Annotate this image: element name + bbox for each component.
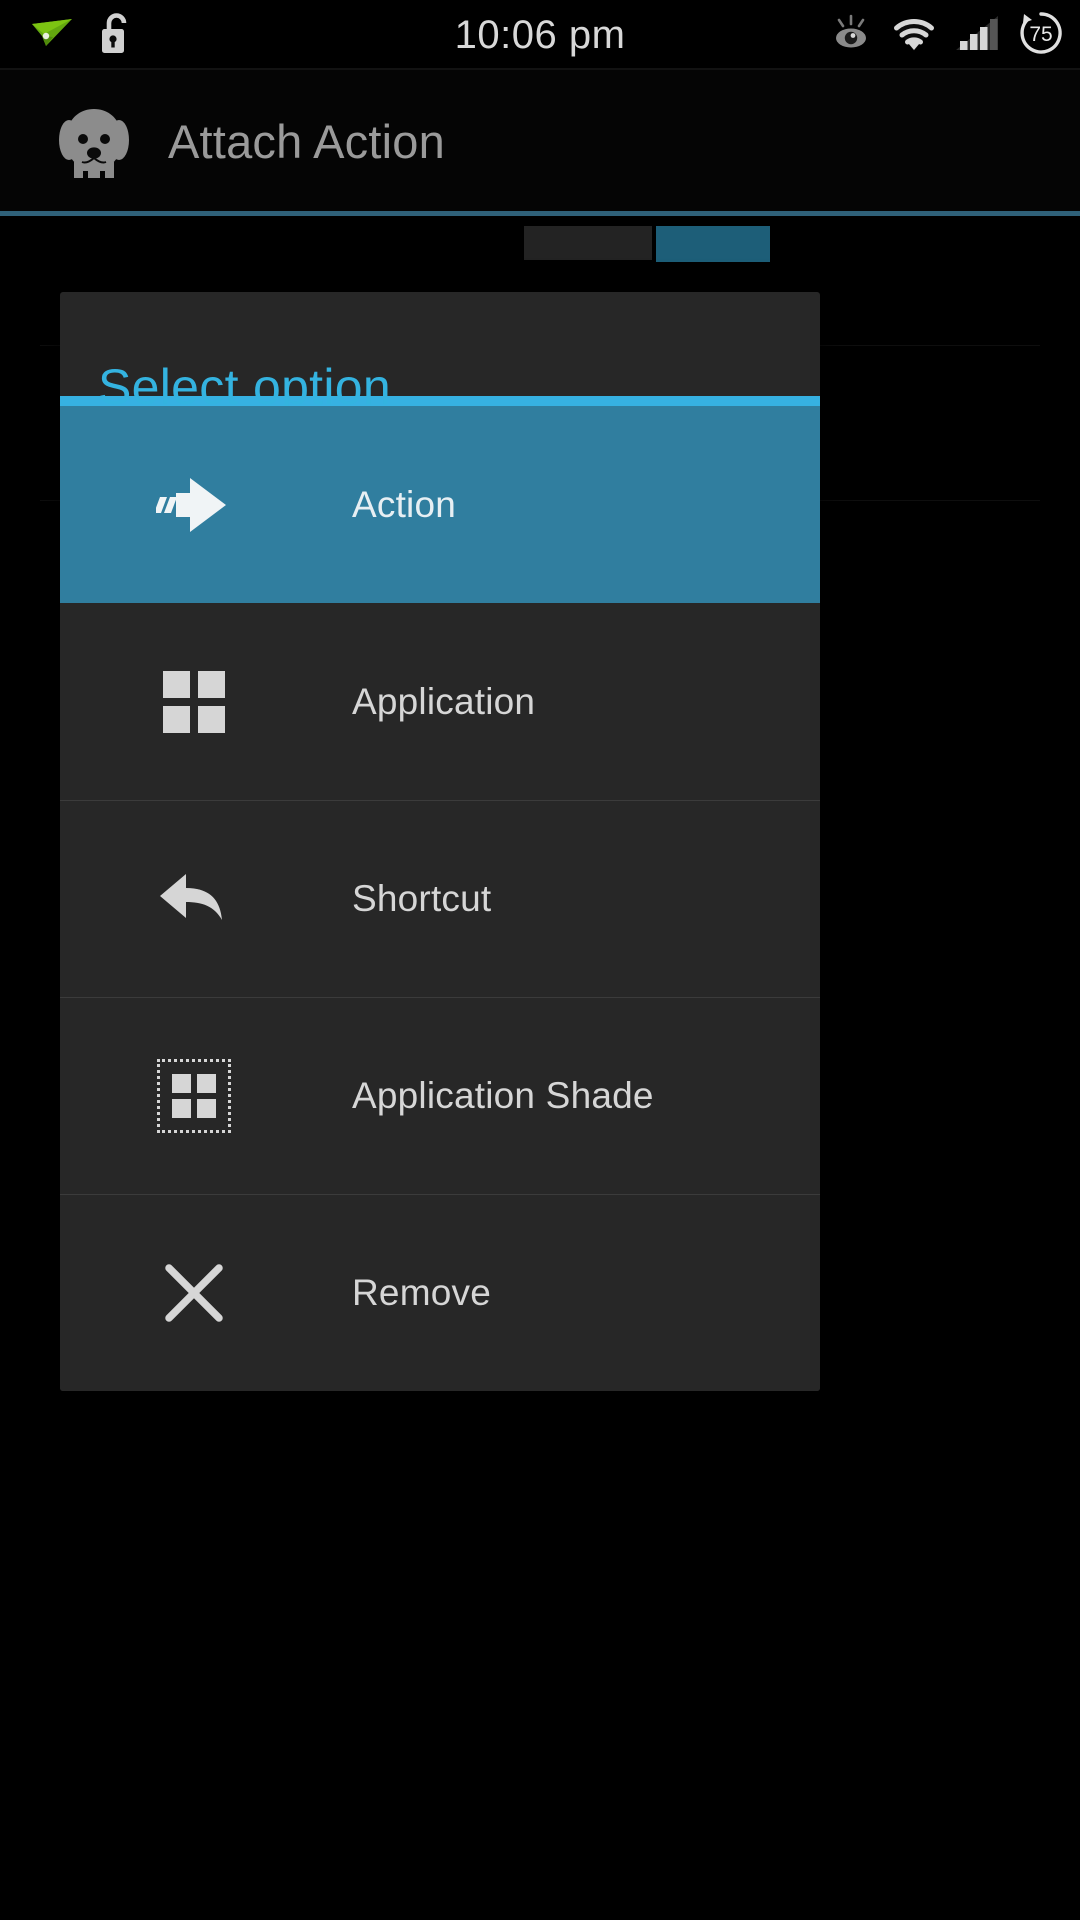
dialog-options-list: Action Application Shortcut Application … (60, 406, 820, 1391)
option-row-application-shade[interactable]: Application Shade (60, 997, 820, 1194)
battery-percent-text: 75 (1029, 23, 1052, 46)
status-bar[interactable]: 10:06 pm 75 (0, 0, 1080, 70)
option-row-shortcut[interactable]: Shortcut (60, 800, 820, 997)
dog-app-icon[interactable] (52, 100, 136, 184)
option-label: Action (352, 483, 457, 525)
option-label: Application Shade (352, 1074, 654, 1116)
option-label: Application (352, 680, 536, 722)
battery-circle-icon: 75 (1018, 10, 1064, 61)
app-grid-icon (156, 664, 232, 740)
background-ghost-button-right (656, 226, 770, 262)
page-title: Attach Action (168, 115, 445, 168)
status-bar-right-icons: 75 (828, 0, 1064, 70)
select-option-dialog: Select option Action Application Shortcu… (60, 292, 820, 1391)
action-bar[interactable]: Attach Action (0, 70, 1080, 213)
option-label: Shortcut (352, 877, 492, 919)
back-arrow-icon (156, 861, 232, 937)
action-bar-divider (0, 211, 1080, 216)
eye-icon (828, 13, 874, 58)
close-x-icon (156, 1255, 232, 1331)
android-screen: 10:06 pm 75 Attach Action Select option … (0, 0, 1080, 1920)
dialog-title: Select option (98, 359, 391, 415)
option-row-remove[interactable]: Remove (60, 1194, 820, 1391)
fast-forward-arrow-icon (156, 467, 232, 543)
option-row-application[interactable]: Application (60, 603, 820, 800)
option-row-action[interactable]: Action (60, 406, 820, 603)
wifi-icon (890, 13, 938, 58)
option-label: Remove (352, 1271, 491, 1313)
background-ghost-button-left (524, 226, 652, 260)
cellular-signal-icon (954, 13, 1002, 58)
app-shade-grid-icon (156, 1058, 232, 1134)
